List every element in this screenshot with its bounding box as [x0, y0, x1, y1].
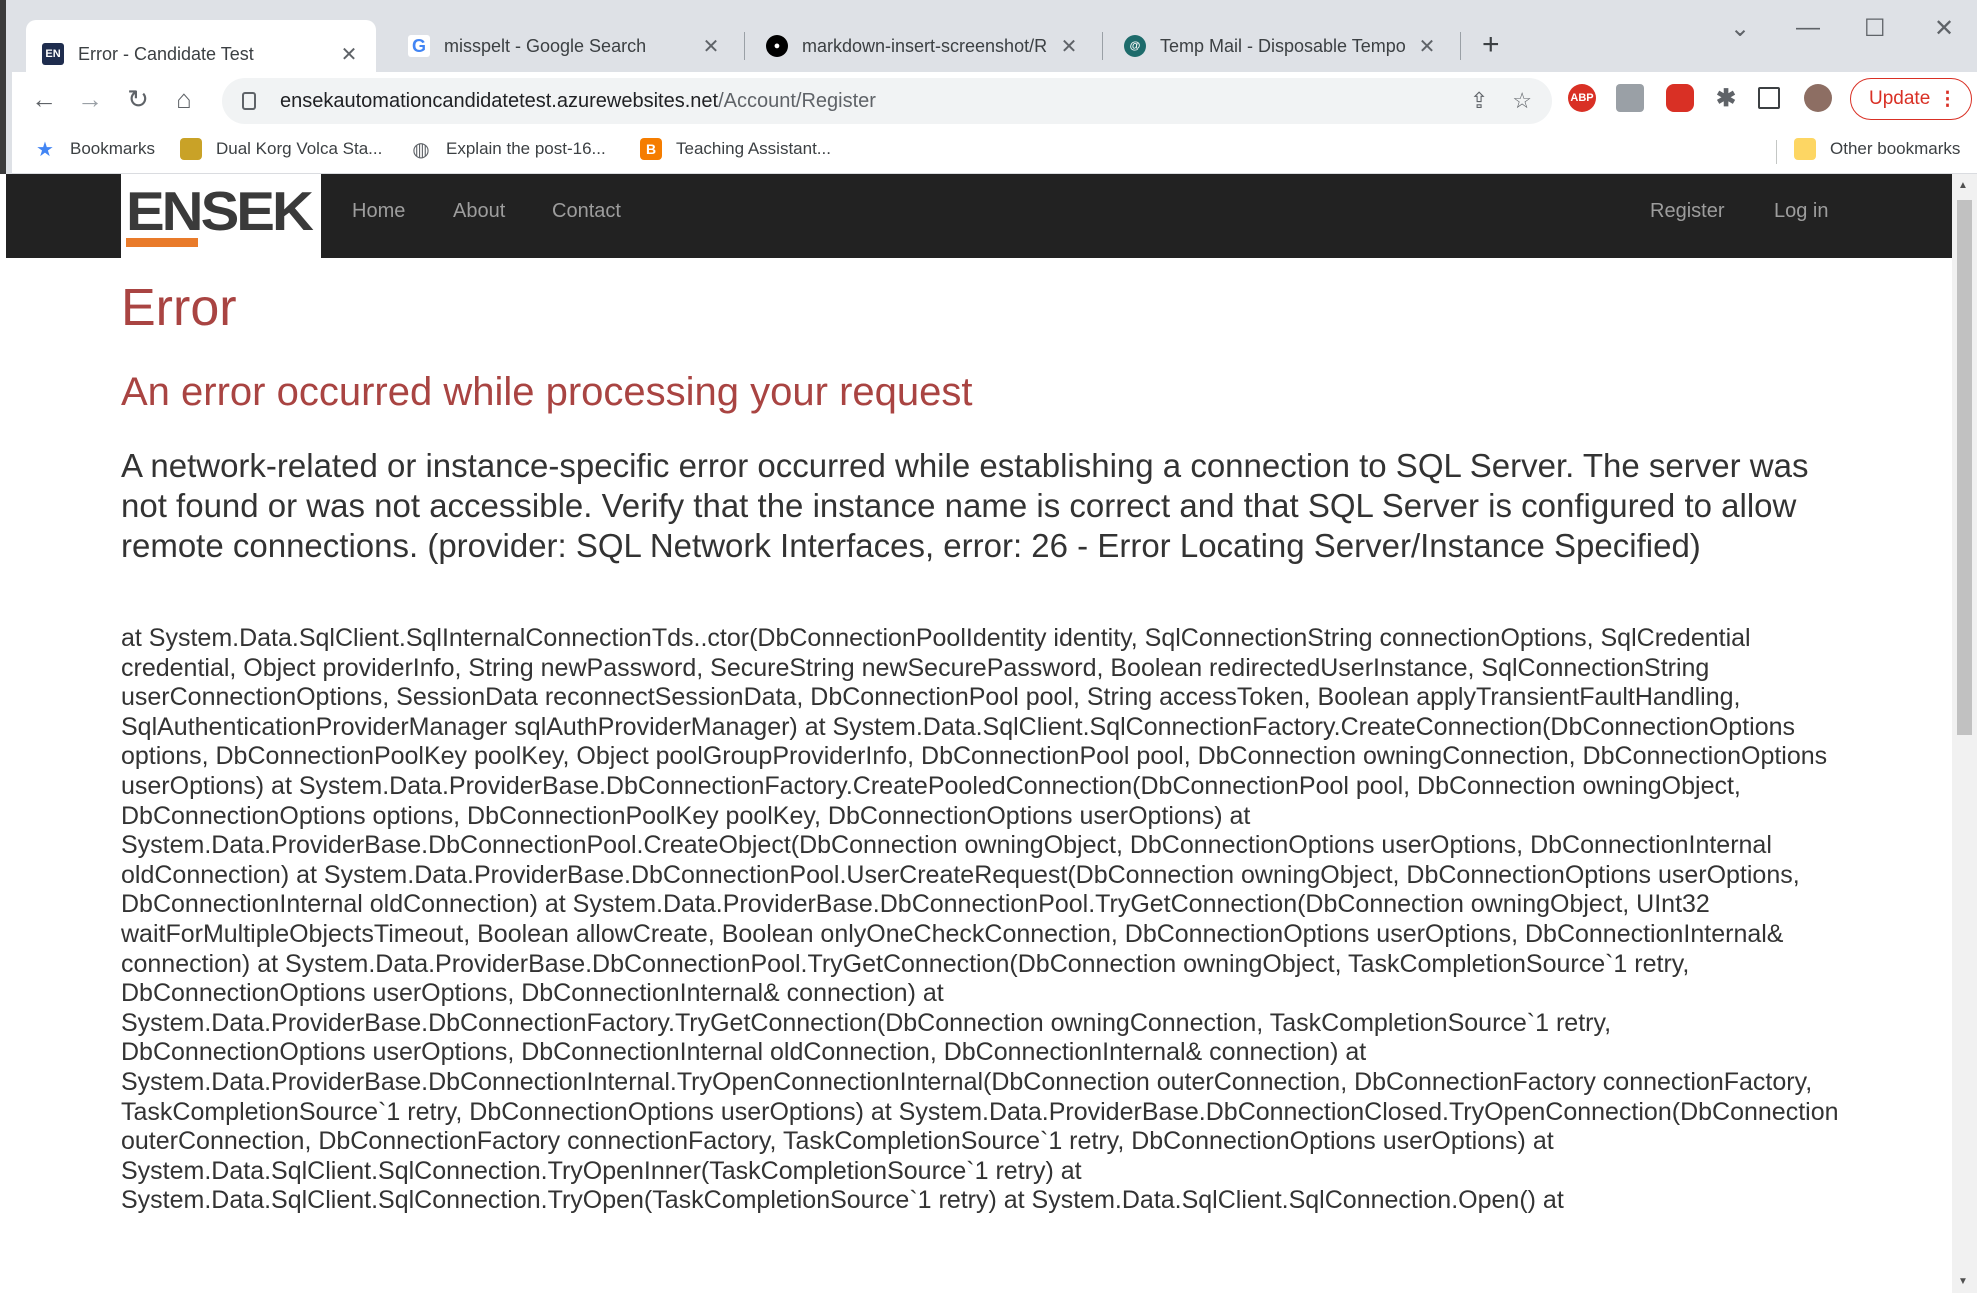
url-path: /Account/Register [718, 89, 876, 112]
tab-search-chevron-icon[interactable]: ⌄ [1730, 14, 1750, 43]
new-tab-plus-icon[interactable]: + [1482, 28, 1500, 62]
maximize-icon[interactable]: ☐ [1864, 14, 1886, 43]
tab-separator [1102, 32, 1103, 60]
nav-about-link[interactable]: About [453, 200, 505, 223]
address-bar[interactable]: ensekautomationcandidatetest.azurewebsit… [222, 78, 1552, 124]
bookmark-image-icon [180, 138, 202, 160]
close-icon[interactable]: ✕ [700, 34, 722, 59]
blogger-icon: B [640, 138, 662, 160]
side-panel-icon[interactable] [1758, 87, 1780, 109]
scrollbar-thumb[interactable] [1957, 200, 1972, 735]
tab-separator [1460, 32, 1461, 60]
bookmark-item-bookmarks[interactable]: ★ Bookmarks [34, 138, 156, 161]
update-button[interactable]: Update ⋮ [1850, 78, 1972, 120]
home-icon[interactable]: ⌂ [168, 84, 200, 115]
bookmark-star-icon[interactable]: ☆ [1512, 88, 1532, 114]
abp-icon[interactable]: ABP [1568, 84, 1596, 112]
tab-temp-mail[interactable]: @ Temp Mail - Disposable Tempora ✕ [1108, 20, 1454, 72]
error-heading: Error [121, 279, 237, 337]
site-navbar: ENSEK Home About Contact Register Log in [6, 174, 1952, 258]
page-scrollbar[interactable]: ▲ ▼ [1952, 174, 1977, 1293]
kebab-menu-icon[interactable]: ⋮ [1938, 88, 1957, 111]
bookmark-label: Dual Korg Volca Sta... [216, 139, 383, 158]
tab-title: misspelt - Google Search [444, 35, 647, 56]
bookmarks-bar: ★ Bookmarks Dual Korg Volca Sta... ◍ Exp… [12, 128, 1977, 174]
browser-toolbar: ← → ↻ ⌂ ensekautomationcandidatetest.azu… [12, 72, 1977, 128]
bookmark-label: Bookmarks [70, 139, 156, 158]
close-icon[interactable]: ✕ [1416, 34, 1438, 59]
scroll-up-icon[interactable]: ▲ [1958, 180, 1968, 191]
bookmark-label: Explain the post-16... [446, 139, 606, 158]
globe-icon: ◍ [412, 138, 430, 161]
nav-login-link[interactable]: Log in [1774, 200, 1829, 223]
update-label: Update [1869, 88, 1931, 109]
bookmark-label: Teaching Assistant... [676, 139, 831, 158]
error-message: A network-related or instance-specific e… [121, 447, 1809, 564]
tab-title: Temp Mail - Disposable Tempora [1160, 35, 1406, 56]
tempmail-favicon-icon: @ [1124, 35, 1146, 57]
bookmarks-separator [1776, 140, 1777, 164]
extension-flag-icon[interactable] [1616, 84, 1644, 112]
stack-trace: at System.Data.SqlClient.SqlInternalConn… [121, 624, 1839, 1215]
page-viewport: ENSEK Home About Contact Register Log in… [6, 174, 1952, 1293]
close-icon[interactable]: ✕ [338, 42, 360, 67]
puzzle-icon[interactable]: ✱ [1712, 84, 1740, 112]
close-window-icon[interactable]: ✕ [1934, 14, 1954, 43]
scroll-down-icon[interactable]: ▼ [1958, 1276, 1968, 1287]
ensek-favicon-icon: EN [42, 43, 64, 65]
tab-github[interactable]: ● markdown-insert-screenshot/REA ✕ [750, 20, 1096, 72]
avatar[interactable] [1804, 84, 1832, 112]
tab-separator [744, 32, 745, 60]
minimize-icon[interactable]: — [1796, 14, 1820, 42]
url-host: ensekautomationcandidatetest.azurewebsit… [280, 89, 719, 112]
bookmark-item-explain[interactable]: ◍ Explain the post-16... [410, 138, 606, 161]
lock-icon [242, 92, 256, 110]
back-arrow-icon[interactable]: ← [28, 84, 60, 115]
bookmark-item-teaching[interactable]: B Teaching Assistant... [640, 138, 831, 160]
logo-text: ENSEK [126, 180, 314, 243]
star-icon: ★ [36, 138, 54, 161]
error-subheading: An error occurred while processing your … [121, 370, 973, 414]
folder-icon [1794, 138, 1816, 160]
reload-icon[interactable]: ↻ [122, 84, 154, 115]
extension-checker-icon[interactable] [1666, 84, 1694, 112]
forward-arrow-icon[interactable]: → [74, 84, 106, 115]
close-icon[interactable]: ✕ [1058, 34, 1080, 59]
tab-google-search[interactable]: G misspelt - Google Search ✕ [392, 20, 738, 72]
bookmark-item-korg[interactable]: Dual Korg Volca Sta... [180, 138, 382, 160]
google-favicon-icon: G [408, 35, 430, 57]
nav-home-link[interactable]: Home [352, 200, 405, 223]
bookmark-item-other[interactable]: Other bookmarks [1794, 138, 1960, 160]
omnibox-actions: ⇪ ☆ [1470, 88, 1532, 114]
github-favicon-icon: ● [766, 35, 788, 57]
nav-register-link[interactable]: Register [1650, 200, 1724, 223]
tab-title: markdown-insert-screenshot/REA [802, 35, 1048, 56]
ensek-logo[interactable]: ENSEK [121, 174, 321, 258]
logo-underline [126, 238, 198, 247]
tab-title: Error - Candidate Test [78, 43, 254, 64]
bookmark-label: Other bookmarks [1830, 139, 1961, 158]
nav-contact-link[interactable]: Contact [552, 200, 621, 223]
browser-chrome: EN Error - Candidate Test ✕ G misspelt -… [0, 0, 1977, 174]
share-icon[interactable]: ⇪ [1470, 88, 1488, 114]
